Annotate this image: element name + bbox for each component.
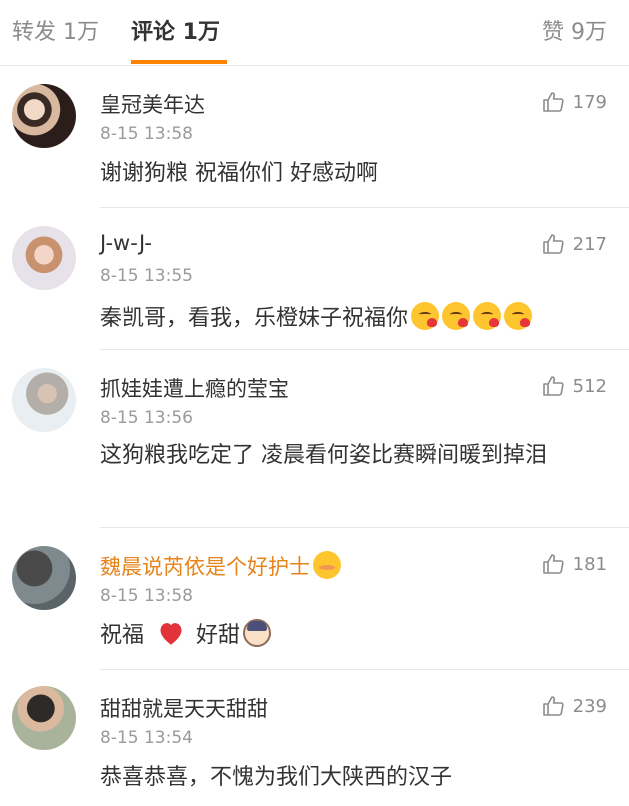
comment-item: 甜甜就是天天甜甜 8-15 13:54 恭喜恭喜，不愧为我们大陕西的汉子 239 [0,670,629,806]
comment-timestamp: 8-15 13:58 [100,124,193,144]
avatar[interactable] [12,368,76,432]
avatar[interactable] [12,546,76,610]
comment-text-part1: 祝福 [100,623,145,648]
comment-text-content: 秦凯哥，看我，乐橙妹子祝福你 [100,306,409,331]
thumbs-up-icon [542,92,564,112]
comment-item: 抓娃娃遭上瘾的莹宝 8-15 13:56 这狗粮我吃定了 凌晨看何姿比赛瞬间暖到… [0,350,629,528]
comment-timestamp: 8-15 13:56 [100,408,193,428]
thumbs-up-icon [542,696,564,716]
blush-emoji [313,551,341,579]
tab-repost[interactable]: 转发 1万 [12,14,99,46]
comment-text: 谢谢狗粮 祝福你们 好感动啊 [100,161,378,186]
like-count: 512 [572,375,607,397]
kiss-emoji [473,302,502,330]
comment-timestamp: 8-15 13:58 [100,586,193,606]
like-count: 181 [572,553,607,575]
like-button[interactable]: 217 [541,232,607,256]
thumbs-up-icon [542,376,564,396]
comment-timestamp: 8-15 13:54 [100,728,193,748]
avatar[interactable] [12,226,76,290]
thumbs-up-icon [542,234,564,254]
kiss-emoji [504,302,533,330]
boy-emoji [243,619,272,647]
active-tab-indicator [131,60,227,64]
like-count: 179 [572,91,607,113]
like-button[interactable]: 239 [541,694,607,718]
tab-bar: 转发 1万 评论 1万 赞 9万 [0,0,629,66]
like-button[interactable]: 512 [541,374,607,398]
comment-item: 魏晨说芮依是个好护士 8-15 13:58 祝福 好甜 181 [0,528,629,670]
comment-username[interactable]: 甜甜就是天天甜甜 [100,693,268,723]
like-count: 217 [572,233,607,255]
comment-text: 这狗粮我吃定了 凌晨看何姿比赛瞬间暖到掉泪 [100,443,547,468]
like-button[interactable]: 179 [541,90,607,114]
avatar[interactable] [12,686,76,750]
like-count: 239 [572,695,607,717]
kiss-emoji [442,302,471,330]
avatar[interactable] [12,84,76,148]
comment-text: 恭喜恭喜，不愧为我们大陕西的汉子 [100,765,453,790]
comment-username[interactable]: 魏晨说芮依是个好护士 [100,551,341,581]
kiss-emoji [411,302,440,330]
tab-likes[interactable]: 赞 9万 [542,14,607,46]
comment-item: 皇冠美年达 8-15 13:58 谢谢狗粮 祝福你们 好感动啊 179 [0,66,629,208]
comment-username-text: 魏晨说芮依是个好护士 [100,555,310,579]
comment-username[interactable]: 抓娃娃遭上瘾的莹宝 [100,373,289,403]
like-button[interactable]: 181 [541,552,607,576]
comment-timestamp: 8-15 13:55 [100,266,193,286]
comment-text: 祝福 好甜 [100,617,610,655]
comment-text-part2: 好甜 [196,623,241,648]
comment-text: 秦凯哥，看我，乐橙妹子祝福你 [100,300,610,338]
tab-comments[interactable]: 评论 1万 [131,14,220,46]
comment-username[interactable]: 皇冠美年达 [100,89,205,119]
heart-icon [160,623,182,645]
comment-username[interactable]: J-w-J- [100,231,152,255]
thumbs-up-icon [542,554,564,574]
comment-item: J-w-J- 8-15 13:55 秦凯哥，看我，乐橙妹子祝福你 217 [0,208,629,350]
